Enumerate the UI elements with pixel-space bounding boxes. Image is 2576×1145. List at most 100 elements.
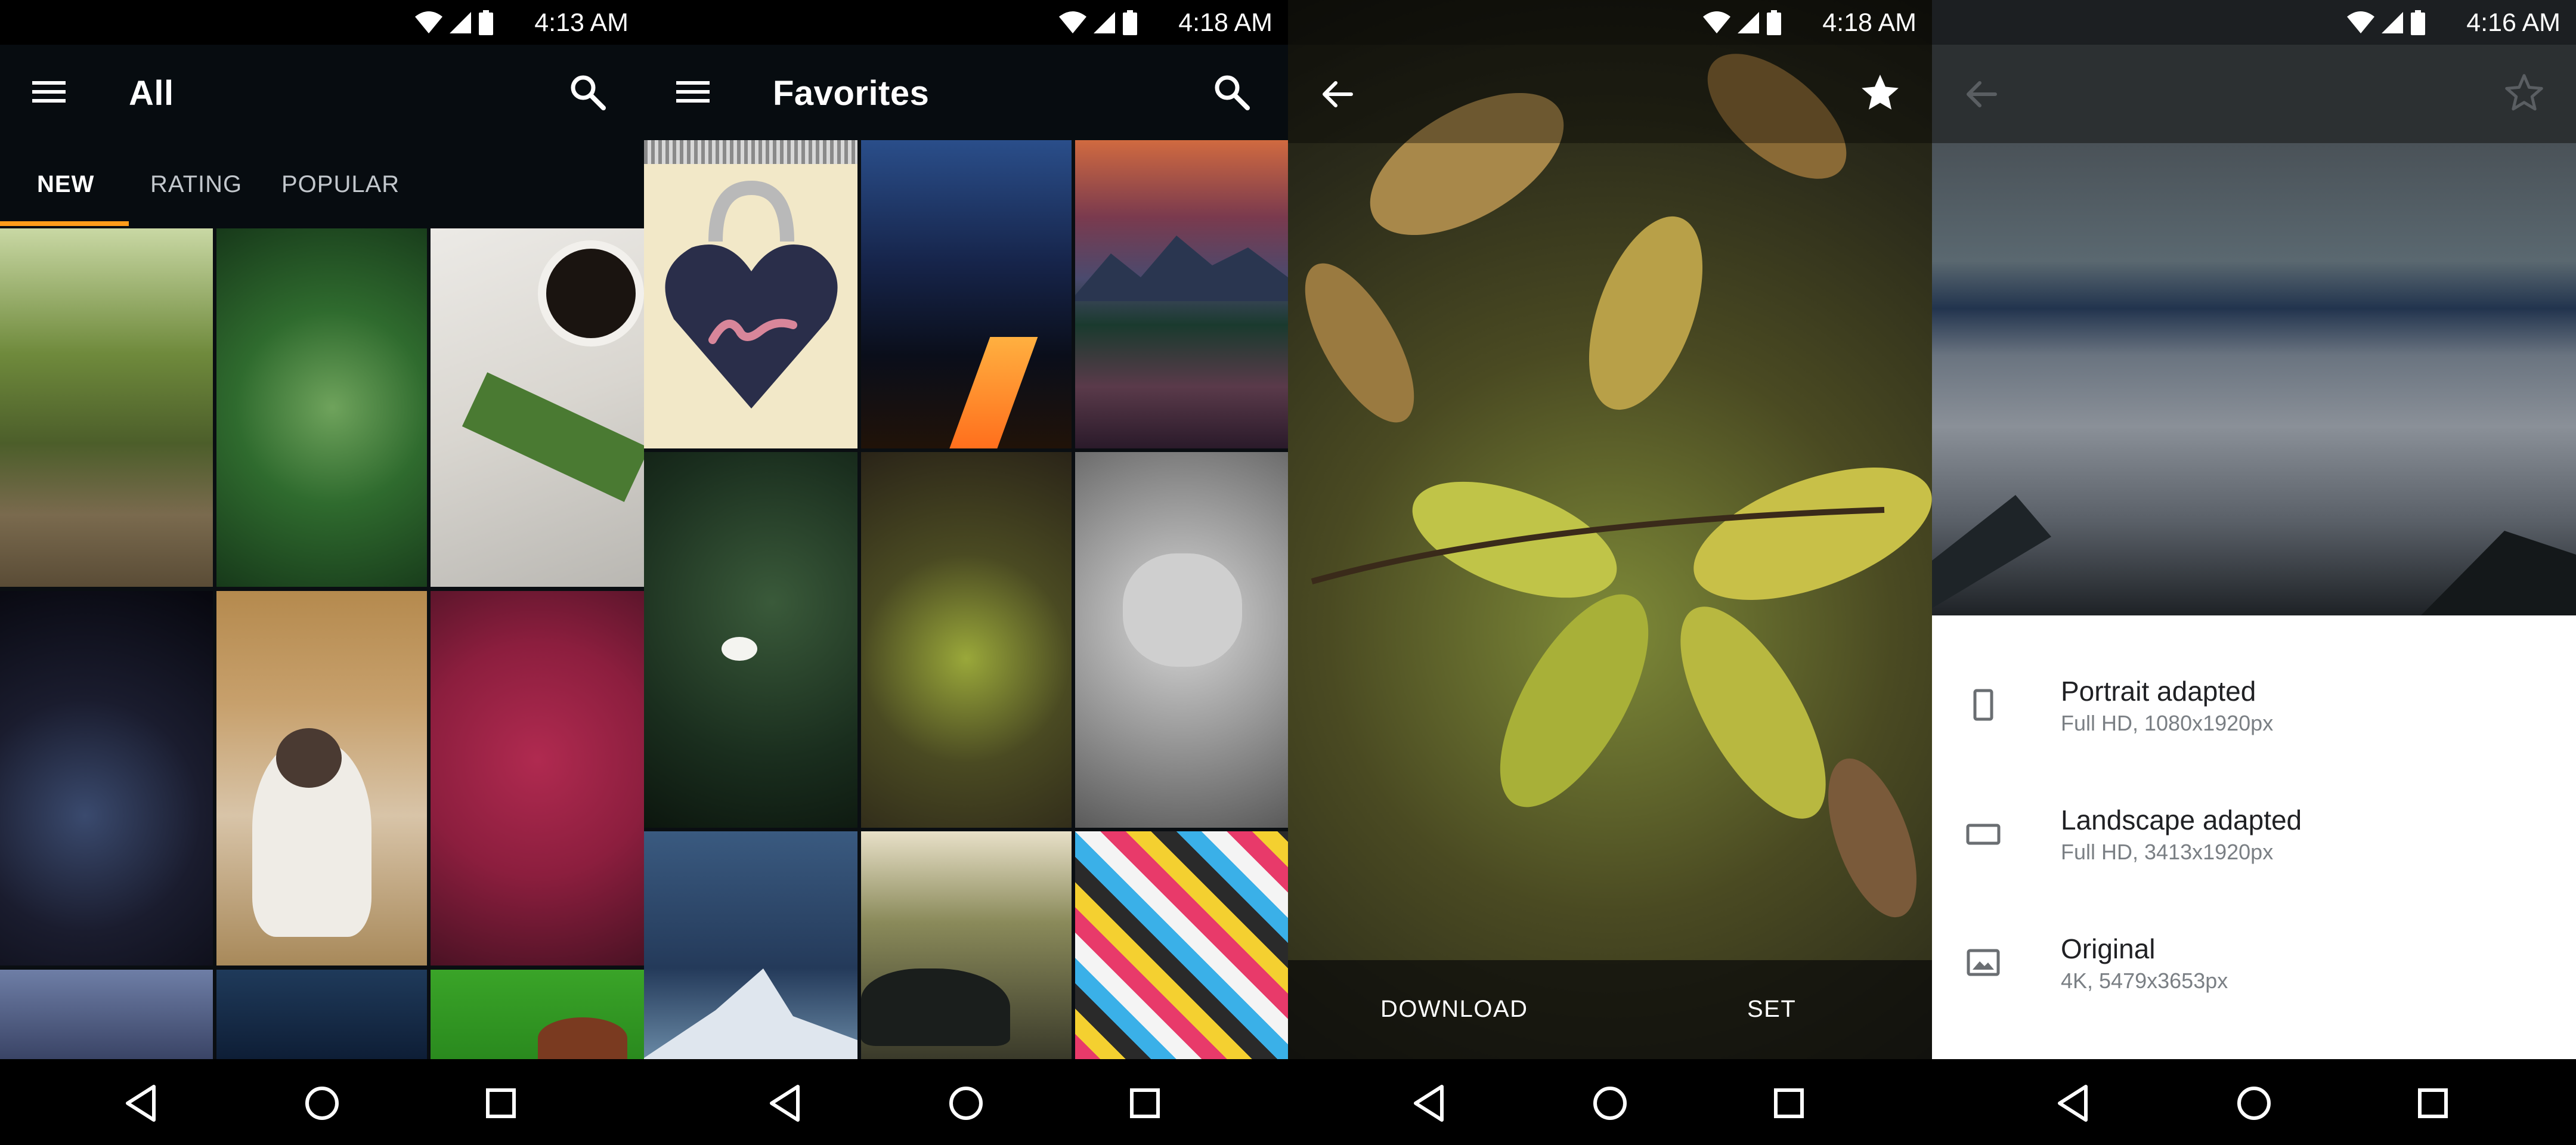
wallpaper-thumb-matterhorn[interactable] bbox=[644, 831, 857, 1059]
screen-download-options: 4:16 AM Portrait adapted Full HD, 1080x1… bbox=[1932, 0, 2576, 1145]
option-landscape-adapted[interactable]: Landscape adapted Full HD, 3413x1920px bbox=[1932, 768, 2576, 887]
tab-rating[interactable]: RATING bbox=[150, 171, 242, 198]
wallpaper-thumb-leaves[interactable] bbox=[861, 452, 1072, 828]
image-icon bbox=[1967, 949, 2000, 976]
status-bar: 4:18 AM bbox=[1288, 0, 1932, 45]
star-filled-icon[interactable] bbox=[1858, 71, 1902, 115]
wallpaper-thumb-green-toy[interactable] bbox=[431, 970, 644, 1059]
wallpaper-thumb-red-texture[interactable] bbox=[431, 591, 644, 965]
wallpaper-thumb-love-lock[interactable] bbox=[644, 140, 857, 448]
back-nav-icon[interactable] bbox=[1407, 1079, 1455, 1127]
signal-icon bbox=[450, 12, 471, 33]
home-nav-icon[interactable] bbox=[942, 1079, 990, 1127]
resolution-bottom-sheet: Portrait adapted Full HD, 1080x1920px La… bbox=[1932, 615, 2576, 1059]
recents-nav-icon[interactable] bbox=[2409, 1079, 2457, 1127]
screen-wallpaper-preview: 4:18 AM DOWNLOAD SET bbox=[1288, 0, 1932, 1145]
battery-icon bbox=[1767, 10, 1781, 35]
download-button[interactable]: DOWNLOAD bbox=[1380, 996, 1528, 1023]
recents-nav-icon[interactable] bbox=[1121, 1079, 1169, 1127]
wifi-icon bbox=[1059, 11, 1086, 33]
coffee-cup bbox=[538, 240, 644, 346]
toy-figure bbox=[538, 1017, 627, 1059]
recents-nav-icon[interactable] bbox=[1765, 1079, 1813, 1127]
landscape-icon bbox=[1966, 824, 2001, 845]
wallpaper-thumb-cracked-glass[interactable] bbox=[216, 228, 427, 587]
status-time: 4:16 AM bbox=[2466, 8, 2560, 37]
wallpaper-thumb-purple-sky[interactable] bbox=[0, 970, 213, 1059]
search-icon[interactable] bbox=[566, 71, 608, 113]
status-icons bbox=[1703, 8, 1782, 37]
back-nav-icon[interactable] bbox=[119, 1079, 167, 1127]
wallpaper-thumb-starry-sky[interactable] bbox=[216, 970, 427, 1059]
signal-icon bbox=[2382, 12, 2403, 33]
status-icons bbox=[415, 8, 494, 37]
tab-new[interactable]: NEW bbox=[37, 171, 94, 198]
home-nav-icon[interactable] bbox=[1586, 1079, 1634, 1127]
mountain-silhouette bbox=[1932, 495, 2576, 615]
status-time: 4:18 AM bbox=[1178, 8, 1272, 37]
nav-bar bbox=[644, 1059, 1288, 1145]
option-portrait-adapted[interactable]: Portrait adapted Full HD, 1080x1920px bbox=[1932, 639, 2576, 759]
wallpaper-grid bbox=[0, 228, 644, 1059]
option-title: Original bbox=[2061, 933, 2156, 964]
back-arrow-icon[interactable] bbox=[1318, 75, 1357, 114]
tulip-stems bbox=[462, 372, 644, 502]
signal-icon bbox=[1738, 12, 1759, 33]
wifi-icon bbox=[2347, 11, 2374, 33]
home-nav-icon[interactable] bbox=[2230, 1079, 2278, 1127]
status-bar: 4:18 AM bbox=[644, 0, 1288, 45]
mountain-silhouette bbox=[1075, 236, 1288, 301]
wifi-icon bbox=[415, 11, 442, 33]
option-title: Landscape adapted bbox=[2061, 804, 2302, 835]
wallpaper-thumb-city-bridge[interactable] bbox=[861, 140, 1072, 448]
recents-nav-icon[interactable] bbox=[477, 1079, 525, 1127]
back-nav-icon[interactable] bbox=[2051, 1079, 2099, 1127]
portrait-icon bbox=[1973, 689, 1993, 721]
signal-icon bbox=[1094, 12, 1115, 33]
wallpaper-thumb-sticker-pattern[interactable] bbox=[1075, 831, 1288, 1059]
page-title: Favorites bbox=[773, 74, 930, 113]
option-original[interactable]: Original 4K, 5479x3653px bbox=[1932, 897, 2576, 1016]
peak-silhouette bbox=[644, 968, 857, 1059]
favorites-grid bbox=[644, 140, 1288, 1059]
status-bar: 4:16 AM bbox=[1932, 0, 2576, 45]
wallpaper-thumb-tulips-book[interactable] bbox=[431, 228, 644, 587]
screen-all-wallpapers: 4:13 AM All NEW RATING POPULAR bbox=[0, 0, 644, 1145]
battery-icon bbox=[2411, 10, 2425, 35]
wallpaper-thumb-forest-road[interactable] bbox=[0, 228, 213, 587]
home-nav-icon[interactable] bbox=[298, 1079, 346, 1127]
wallpaper-thumb-car[interactable] bbox=[861, 831, 1072, 1059]
wallpaper-thumb-mountain-lake[interactable] bbox=[1075, 140, 1288, 448]
back-nav-icon[interactable] bbox=[763, 1079, 811, 1127]
nav-bar bbox=[1288, 1059, 1932, 1145]
heart-lock-illustration bbox=[665, 180, 838, 409]
option-subtitle: 4K, 5479x3653px bbox=[2061, 968, 2228, 993]
tab-popular[interactable]: POPULAR bbox=[281, 171, 400, 198]
menu-icon[interactable] bbox=[674, 73, 712, 111]
battery-icon bbox=[479, 10, 493, 35]
menu-icon[interactable] bbox=[30, 73, 68, 111]
wifi-icon bbox=[1703, 11, 1730, 33]
wallpaper-thumb-grey-cat[interactable] bbox=[1075, 452, 1288, 828]
search-icon[interactable] bbox=[1210, 71, 1252, 113]
status-time: 4:13 AM bbox=[534, 8, 628, 37]
cat-head bbox=[1123, 553, 1242, 667]
preview-top-bar bbox=[1288, 45, 1932, 143]
flower bbox=[722, 637, 757, 661]
app-bar: Favorites bbox=[644, 45, 1288, 140]
preview-action-bar: DOWNLOAD SET bbox=[1288, 960, 1932, 1059]
tab-bar: NEW RATING POPULAR bbox=[0, 140, 644, 228]
status-icons bbox=[1059, 8, 1138, 37]
car-shape bbox=[861, 968, 1010, 1046]
option-subtitle: Full HD, 1080x1920px bbox=[2061, 711, 2274, 735]
dimmed-top-bar bbox=[1932, 45, 2576, 143]
wallpaper-thumb-cat[interactable] bbox=[216, 591, 427, 965]
wallpaper-thumb-white-flower[interactable] bbox=[644, 452, 857, 828]
nav-bar bbox=[0, 1059, 644, 1145]
set-button[interactable]: SET bbox=[1747, 996, 1796, 1023]
option-subtitle: Full HD, 3413x1920px bbox=[2061, 840, 2274, 864]
back-arrow-icon[interactable] bbox=[1962, 75, 2001, 114]
status-icons bbox=[2347, 8, 2426, 37]
star-outline-icon[interactable] bbox=[2502, 71, 2546, 115]
wallpaper-thumb-city-night[interactable] bbox=[0, 591, 213, 965]
